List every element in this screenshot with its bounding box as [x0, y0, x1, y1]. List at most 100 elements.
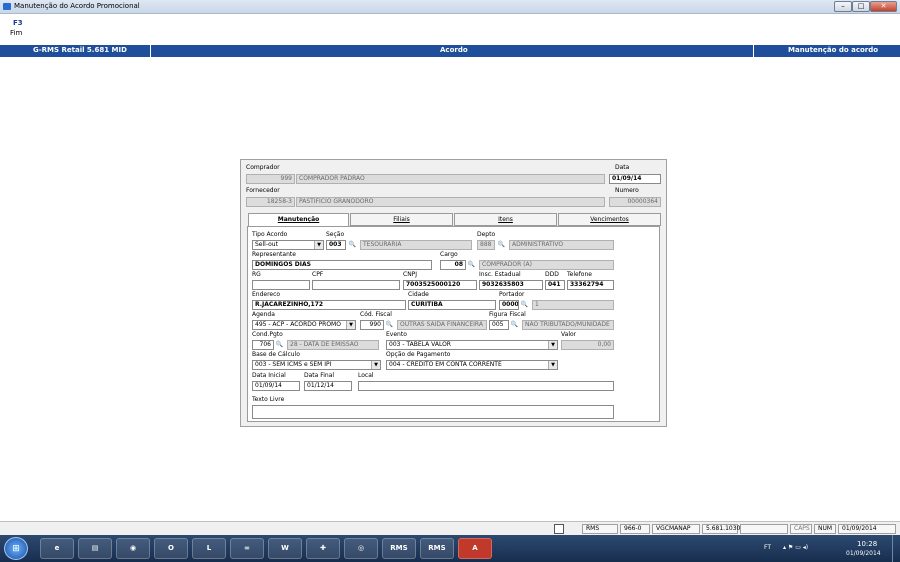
data-inicial-field[interactable]: 01/09/14	[252, 381, 300, 391]
valor-field: 0,00	[561, 340, 614, 350]
figura-fiscal-name-field: NAO TRIBUTADO/MUNIDADE	[522, 320, 614, 330]
chevron-down-icon: ▼	[371, 361, 380, 369]
binoculars-icon[interactable]: 🔍	[347, 240, 358, 250]
opcao-pagamento-select[interactable]: 004 - CRÉDITO EM CONTA CORRENTE ▼	[386, 360, 558, 370]
maximize-button[interactable]: □	[852, 1, 870, 12]
comprador-name-field: COMPRADOR PADRAO	[296, 174, 605, 184]
ie-icon[interactable]: e	[40, 538, 74, 559]
rms-task-1[interactable]: RMS	[382, 538, 416, 559]
cnpj-field[interactable]: 7003525000120	[403, 280, 477, 290]
tab-vencimentos[interactable]: Vencimentos	[558, 213, 661, 226]
tab-manutencao[interactable]: Manutenção	[248, 213, 349, 227]
fornecedor-label: Fornecedor	[246, 187, 280, 194]
outlook-icon[interactable]: O	[154, 538, 188, 559]
data-field[interactable]: 01/09/14	[609, 174, 661, 184]
app-icon	[3, 3, 11, 10]
binoculars-icon: 🔍	[497, 241, 506, 248]
representante-label: Representante	[252, 251, 296, 258]
secao-label: Seção	[326, 231, 345, 238]
cond-pgto-label: Cond.Pgto	[252, 331, 283, 338]
cod-fiscal-name-field: OUTRAS SAIDA FINANCEIRA	[397, 320, 487, 330]
window-titlebar: Manutenção do Acordo Promocional – □ ✕	[0, 0, 900, 14]
menu-key: F3	[13, 19, 23, 27]
tipo-acordo-label: Tipo Acordo	[252, 231, 288, 238]
binoculars-icon[interactable]: 🔍	[509, 320, 520, 330]
base-calculo-select[interactable]: 003 - SEM ICMS e SEM IPI ▼	[252, 360, 381, 370]
local-label: Local	[358, 372, 374, 379]
ddd-field[interactable]: 041	[545, 280, 565, 290]
cpf-field[interactable]	[312, 280, 400, 290]
insc-estadual-field[interactable]: 9032635803	[479, 280, 543, 290]
cond-pgto-code-field[interactable]: 706	[252, 340, 274, 350]
status-bar: RMS 966-0 VGCMANAP 5.681.1030 CAPS NUM 0…	[0, 521, 900, 535]
evento-select[interactable]: 003 - TABELA VALOR ▼	[386, 340, 558, 350]
opcao-pagamento-label: Opção de Pagamento	[386, 351, 451, 358]
tipo-acordo-select[interactable]: Sell-out ▼	[252, 240, 324, 250]
representante-field[interactable]: DOMINGOS DIAS	[252, 260, 432, 270]
tray-icons[interactable]: ▴ ⚑ ▭ ◂)	[783, 544, 808, 551]
acordo-panel: Comprador 999 COMPRADOR PADRAO Data 01/0…	[240, 159, 667, 427]
cidade-field[interactable]: CURITIBA	[408, 300, 496, 310]
base-calculo-label: Base de Cálculo	[252, 351, 300, 358]
data-label: Data	[615, 164, 630, 171]
tab-filiais[interactable]: Filiais	[350, 213, 453, 226]
clock-time[interactable]: 10:28	[857, 540, 877, 548]
connect-icon[interactable]: ∞	[230, 538, 264, 559]
endereco-label: Endereco	[252, 291, 281, 298]
word-icon[interactable]: W	[268, 538, 302, 559]
taskbar: ⊞ e ▤ ◉ O L ∞ W ✚ ◎ RMS RMS A FT ▴ ⚑ ▭ ◂…	[0, 535, 900, 562]
pdf-icon[interactable]: A	[458, 538, 492, 559]
network-icon[interactable]: ◎	[344, 538, 378, 559]
opcao-pagamento-value: 004 - CRÉDITO EM CONTA CORRENTE	[389, 361, 502, 368]
binoculars-icon[interactable]: 🔍	[519, 300, 530, 310]
texto-livre-field[interactable]	[252, 405, 614, 419]
document-icon	[554, 524, 564, 534]
minimize-button[interactable]: –	[834, 1, 852, 12]
texto-livre-label: Texto Livre	[252, 396, 285, 403]
rg-field[interactable]	[252, 280, 310, 290]
menu-label: Fim	[10, 29, 23, 37]
cod-fiscal-code-field[interactable]: 990	[360, 320, 384, 330]
data-final-field[interactable]: 01/12/14	[304, 381, 352, 391]
numero-field: 00000364	[609, 197, 661, 207]
data-inicial-label: Data Inicial	[252, 372, 286, 379]
header-right: Manutenção do acordo	[788, 46, 879, 54]
depto-code-field: 888	[477, 240, 495, 250]
ddd-label: DDD	[545, 271, 559, 278]
status-caps: CAPS	[790, 524, 812, 534]
tray-lang[interactable]: FT	[764, 544, 771, 551]
base-calculo-value: 003 - SEM ICMS e SEM IPI	[255, 361, 332, 368]
agenda-label: Agenda	[252, 311, 275, 318]
close-button[interactable]: ✕	[870, 1, 897, 12]
figura-fiscal-code-field[interactable]: 005	[489, 320, 509, 330]
cargo-code-field[interactable]: 08	[440, 260, 466, 270]
binoculars-icon[interactable]: 🔍	[384, 320, 395, 330]
portador-label: Portador	[499, 291, 525, 298]
plus-icon[interactable]: ✚	[306, 538, 340, 559]
tab-content: Tipo Acordo Sell-out ▼ Seção 003 🔍 TESOU…	[247, 226, 660, 422]
tab-itens[interactable]: Itens	[454, 213, 557, 226]
lync-icon[interactable]: L	[192, 538, 226, 559]
telefone-field[interactable]: 33362794	[567, 280, 614, 290]
binoculars-icon[interactable]: 🔍	[274, 340, 285, 350]
local-field[interactable]	[358, 381, 614, 391]
chevron-down-icon: ▼	[314, 241, 323, 249]
windows-start-icon[interactable]: ⊞	[4, 537, 28, 560]
clock-date[interactable]: 01/09/2014	[846, 550, 881, 557]
portador-code-field[interactable]: 0000	[499, 300, 519, 310]
show-desktop-button[interactable]	[892, 535, 900, 562]
cargo-label: Cargo	[440, 251, 458, 258]
valor-label: Valor	[561, 331, 577, 338]
folder-icon[interactable]: ▤	[78, 538, 112, 559]
endereco-field[interactable]: R.JACAREZINHO,172	[252, 300, 406, 310]
header-center: Acordo	[440, 46, 468, 54]
agenda-select[interactable]: 495 - ACP - ACORDO PROMO ▼	[252, 320, 356, 330]
status-app: RMS	[582, 524, 618, 534]
menu-fim[interactable]: F3 Fim	[10, 19, 23, 37]
secao-code-field[interactable]: 003	[326, 240, 346, 250]
fornecedor-code-field: 18258-3	[246, 197, 295, 207]
binoculars-icon[interactable]: 🔍	[466, 260, 477, 270]
app-icon[interactable]: ◉	[116, 538, 150, 559]
window-title: Manutenção do Acordo Promocional	[14, 2, 140, 10]
rms-task-2[interactable]: RMS	[420, 538, 454, 559]
